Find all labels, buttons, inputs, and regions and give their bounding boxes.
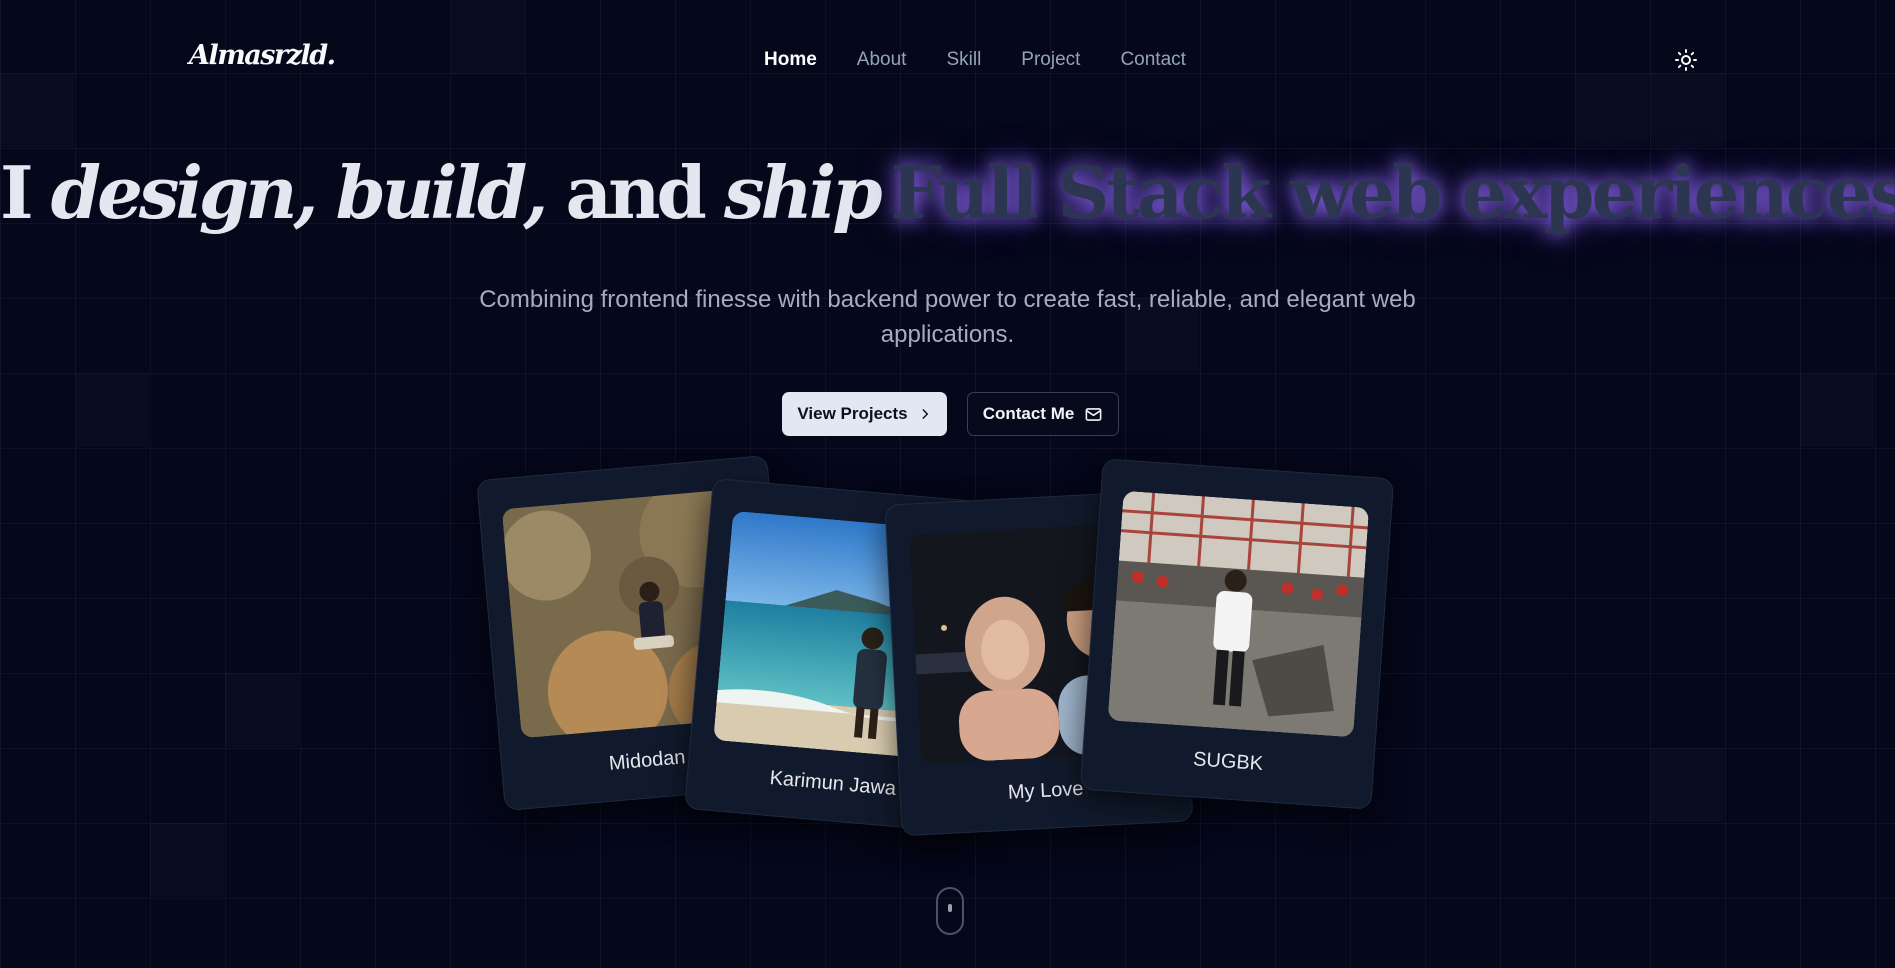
contact-me-label: Contact Me [982,404,1075,423]
grid-cell [225,673,299,747]
title-highlight: Full Stack web experiences [890,150,1895,235]
nav-item-about[interactable]: About [857,49,907,71]
chevron-right-icon [922,409,928,419]
view-projects-label: View Projects [797,404,908,423]
view-projects-button[interactable]: View Projects [782,392,947,436]
grid-cell [1800,373,1874,447]
sun-icon [1675,49,1697,71]
scroll-wheel-dot [948,904,952,912]
nav-item-project[interactable]: Project [1021,49,1080,71]
grid-cell [451,0,525,74]
scroll-indicator[interactable] [936,887,964,935]
mail-icon [1085,407,1102,421]
grid-cell [0,73,74,147]
nav-item-skill[interactable]: Skill [946,49,981,71]
card-photo [1107,490,1370,738]
hero-subtitle: Combining frontend finesse with backend … [479,286,1416,348]
grid-cell [75,373,149,447]
logo[interactable]: Almasrzld. [189,40,336,71]
title-word: design, [50,150,319,235]
photo-card-sugbk[interactable]: SUGBK [1079,458,1395,810]
title-word: ship [723,150,883,235]
nav-item-contact[interactable]: Contact [1120,49,1185,71]
main-nav: Home About Skill Project Contact [764,49,1186,71]
grid-cell [1650,748,1724,822]
nav-item-home[interactable]: Home [764,49,817,71]
grid-cell [1650,73,1724,147]
title-word: build, [335,150,549,235]
title-word: and [565,150,707,235]
grid-cell [1575,73,1649,147]
theme-toggle-button[interactable] [1674,48,1698,72]
contact-me-button[interactable]: Contact Me [967,392,1119,436]
card-caption: SUGBK [1192,748,1264,776]
hero-title: I design, build, and ship Full Stack web … [0,150,1895,235]
grid-cell [150,823,224,897]
title-word: I [0,150,34,235]
